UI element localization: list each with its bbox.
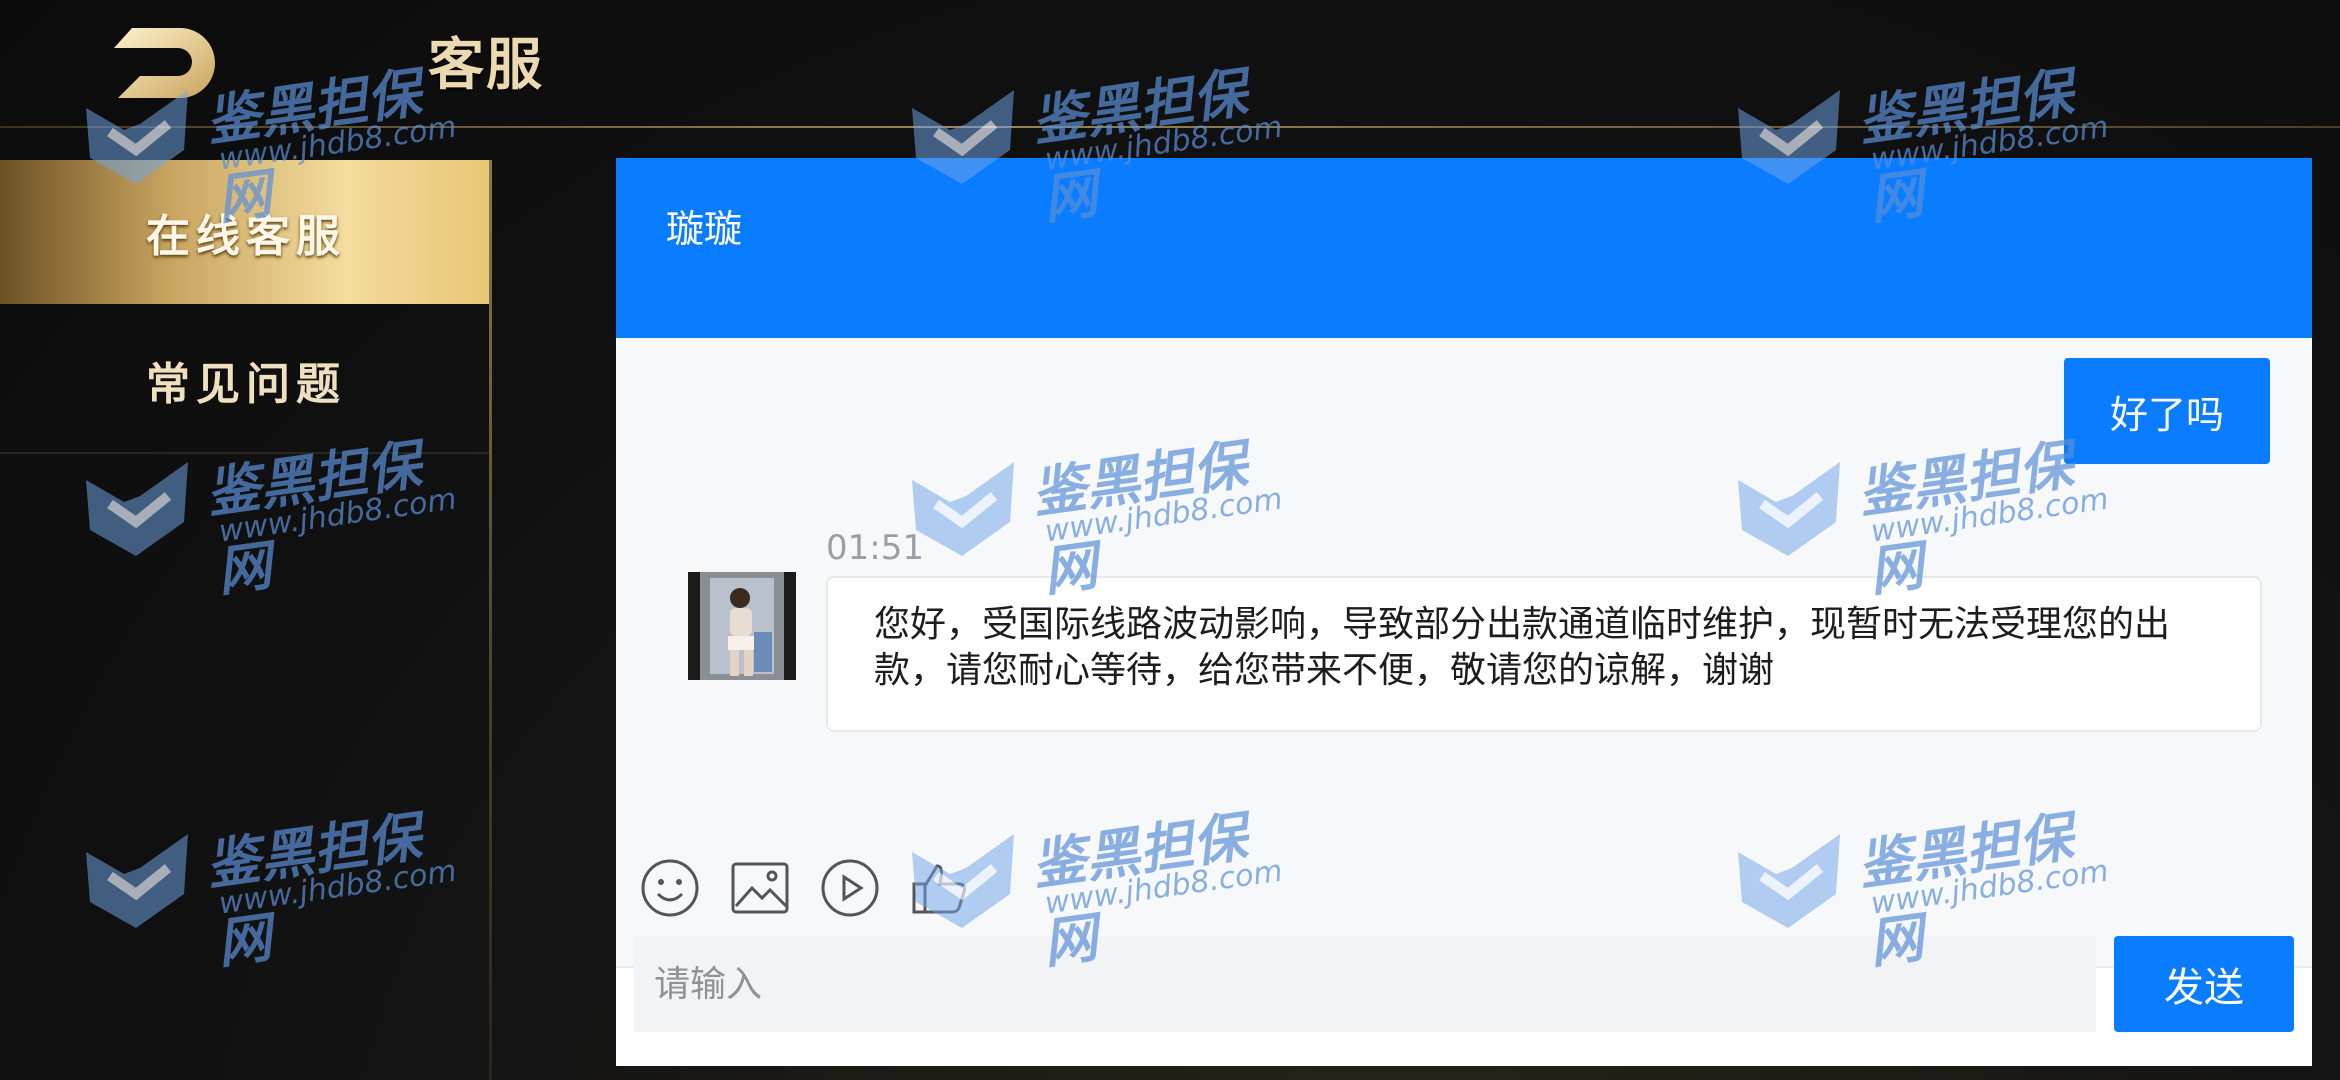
input-row: 发送 xyxy=(634,936,2294,1032)
page-title: 客服 xyxy=(428,33,544,98)
image-icon[interactable] xyxy=(730,858,790,918)
chat-panel: 璇璇 好了吗 01:51 您好，受国际线路波动影响，导致部分出款通道临时维护，现… xyxy=(616,158,2312,1066)
sidebar: 在线客服 常见问题 xyxy=(0,160,492,1080)
agent-avatar xyxy=(688,572,796,680)
send-button[interactable]: 发送 xyxy=(2114,936,2294,1032)
video-play-icon[interactable] xyxy=(820,858,880,918)
emoji-icon[interactable] xyxy=(640,858,700,918)
sidebar-item-online-service[interactable]: 在线客服 xyxy=(0,160,492,304)
user-message-bubble: 好了吗 xyxy=(2064,358,2270,464)
agent-name: 璇璇 xyxy=(666,207,743,251)
agent-message-bubble: 您好，受国际线路波动影响，导致部分出款通道临时维护，现暂时无法受理您的出款，请您… xyxy=(826,576,2262,732)
top-bar: 客服 xyxy=(0,0,2340,128)
chat-header: 璇璇 xyxy=(616,158,2312,338)
chat-toolbar xyxy=(640,850,970,926)
sidebar-item-faq[interactable]: 常见问题 xyxy=(0,308,492,454)
thumbs-up-icon[interactable] xyxy=(910,858,970,918)
message-input[interactable] xyxy=(634,936,2096,1032)
message-timestamp: 01:51 xyxy=(826,528,924,568)
back-logo-icon[interactable] xyxy=(110,24,220,102)
